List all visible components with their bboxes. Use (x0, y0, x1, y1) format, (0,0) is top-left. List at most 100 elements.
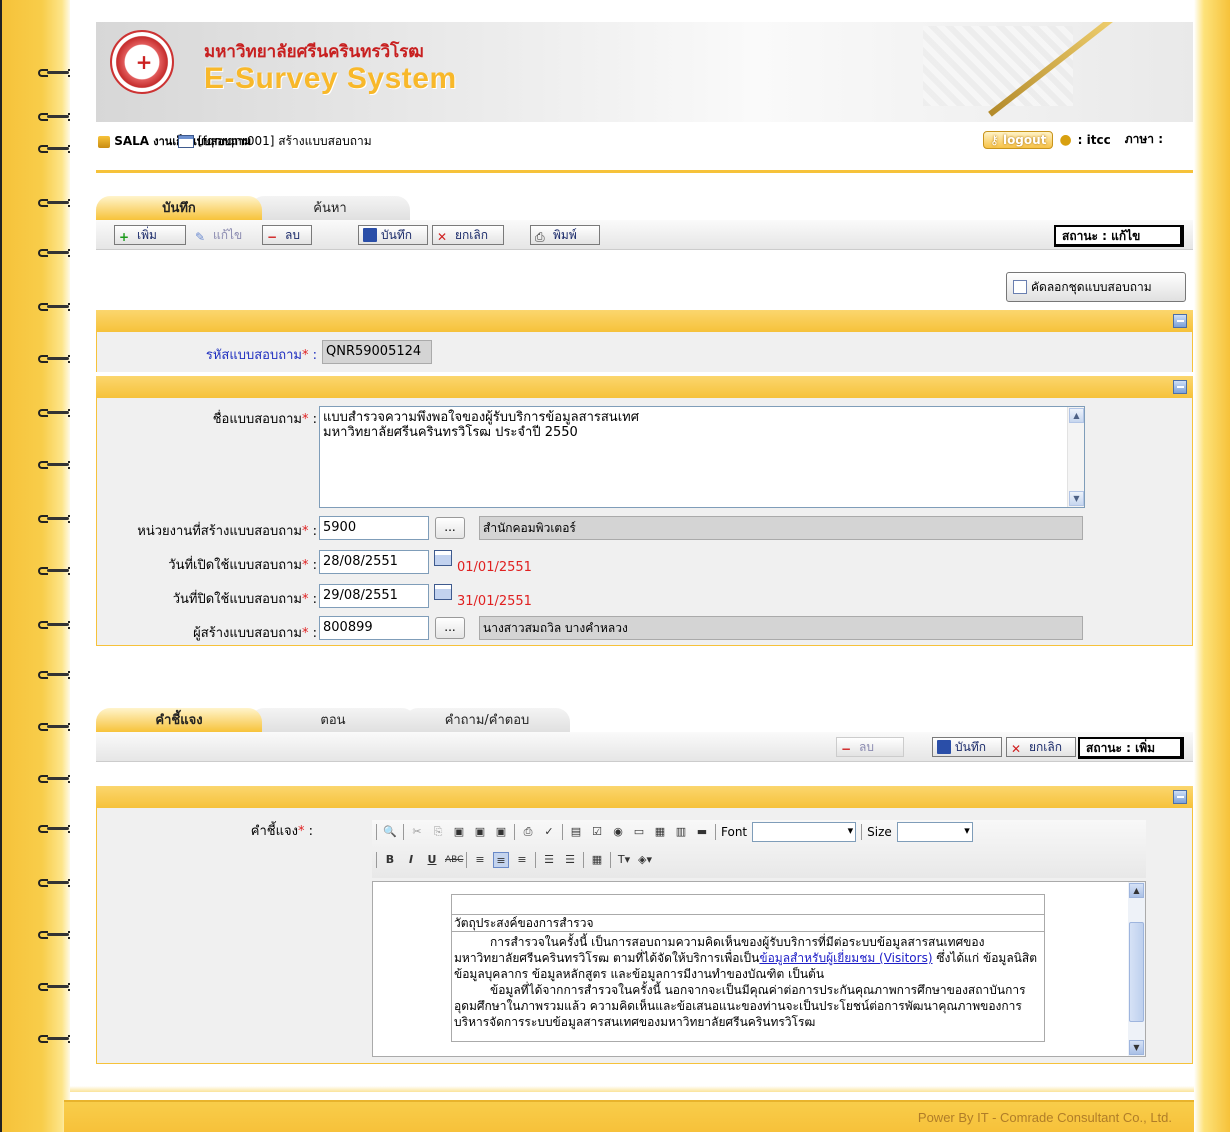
top-tabs: บันทึก ค้นหา (96, 196, 410, 220)
cancel-button[interactable]: ✕ ยกเลิก (432, 225, 504, 245)
creator-code-input[interactable]: 800899 (319, 616, 429, 640)
detail-save-button[interactable]: บันทึก (932, 737, 1002, 757)
table-icon[interactable]: ▦ (589, 852, 605, 868)
align-left-icon[interactable]: ≡ (472, 852, 488, 868)
scroll-thumb[interactable] (1129, 922, 1144, 1022)
copy-icon[interactable]: ⎘ (430, 824, 446, 840)
content-heading: วัตถุประสงค์ของการสำรวจ (452, 915, 1044, 932)
university-name: มหาวิทยาลัยศรีนครินทรวิโรฒ (204, 42, 424, 62)
delete-button[interactable]: − ลบ (262, 225, 312, 245)
unit-code-input[interactable]: 5900 (319, 516, 429, 540)
print-icon[interactable]: ⎙ (520, 824, 536, 840)
save-button[interactable]: บันทึก (358, 225, 428, 245)
content-table: วัตถุประสงค์ของการสำรวจ การสำรวจในครั้งน… (451, 894, 1045, 1042)
print-button[interactable]: ⎙ พิมพ์ (530, 225, 600, 245)
scrollbar[interactable]: ▲ ▼ (1067, 407, 1084, 507)
floppy-icon (937, 740, 951, 754)
add-button[interactable]: + เพิ่ม (114, 225, 186, 245)
font-select[interactable] (752, 822, 857, 842)
copy-survey-button[interactable]: คัดลอกชุดแบบสอบถาม (1006, 272, 1186, 302)
text-color-icon[interactable]: T▾ (616, 852, 632, 868)
form-icon[interactable]: ▤ (568, 824, 584, 840)
section-header-info (96, 376, 1193, 398)
size-label: Size (867, 825, 892, 839)
language-label: ภาษา : (1124, 132, 1163, 146)
underline-icon[interactable]: U (424, 852, 440, 868)
unit-lookup-button[interactable]: ... (435, 517, 465, 539)
paste-icon[interactable]: ▣ (451, 824, 467, 840)
tab-questions[interactable]: คำถาม/คำตอบ (404, 708, 570, 732)
editor-toolbar-row-2: B I U ABC ≡ ≡ ≡ ☰ ☰ ▦ T▾ ◈▾ (376, 848, 653, 872)
editor-toolbar-row-1: 🔍 ✂ ⎘ ▣ ▣ ▣ ⎙ ✓ ▤ ☑ ◉ ▭ ▦ ▥ ▬ Font Size (376, 820, 973, 844)
section-code: รหัสแบบสอบถาม* : QNR59005124 (96, 332, 1193, 372)
collapse-icon[interactable] (1173, 314, 1187, 328)
lock-icon (98, 135, 110, 148)
floppy-icon (363, 228, 377, 242)
scroll-down-icon[interactable]: ▼ (1129, 1040, 1144, 1055)
textfield-icon[interactable]: ▭ (631, 824, 647, 840)
cut-icon[interactable]: ✂ (409, 824, 425, 840)
status-badge: สถานะ : แก้ไข (1054, 225, 1184, 247)
bold-icon[interactable]: B (382, 852, 398, 868)
paste-text-icon[interactable]: ▣ (472, 824, 488, 840)
section-header-instructions (96, 786, 1193, 808)
bullet-list-icon[interactable]: ☰ (562, 852, 578, 868)
detail-status-badge: สถานะ : เพิ่ม (1078, 737, 1184, 759)
footer-credit: Power By IT - Comrade Consultant Co., Lt… (917, 1110, 1172, 1125)
record-toolbar: + เพิ่ม ✎ แก้ไข − ลบ บันทึก ✕ ยกเลิก ⎙ พ… (96, 220, 1193, 250)
tab-search[interactable]: ค้นหา (250, 196, 410, 220)
collapse-icon[interactable] (1173, 380, 1187, 394)
checkbox-icon[interactable]: ☑ (589, 824, 605, 840)
open-date-hint: 01/01/2551 (457, 560, 532, 575)
font-label: Font (721, 825, 748, 839)
calendar-icon[interactable] (434, 550, 452, 566)
name-label: ชื่อแบบสอบถาม* : (212, 412, 317, 427)
detail-delete-button[interactable]: − ลบ (836, 737, 904, 757)
scroll-up-icon[interactable]: ▲ (1069, 408, 1084, 423)
copy-icon (1013, 280, 1027, 294)
strikethrough-icon[interactable]: ABC (445, 852, 463, 868)
scroll-down-icon[interactable]: ▼ (1069, 491, 1084, 506)
textarea-icon[interactable]: ▦ (652, 824, 668, 840)
align-center-icon[interactable]: ≡ (493, 852, 509, 868)
background-color-icon[interactable]: ◈▾ (637, 852, 653, 868)
preview-icon[interactable]: 🔍 (382, 824, 398, 840)
collapse-icon[interactable] (1173, 790, 1187, 804)
button-icon[interactable]: ▬ (694, 824, 710, 840)
key-icon: ⚷ (989, 132, 999, 147)
editor-scrollbar[interactable]: ▲ ▼ (1128, 882, 1145, 1056)
edit-button[interactable]: ✎ แก้ไข (190, 225, 256, 245)
section-info: ชื่อแบบสอบถาม* : แบบสำรวจความพึงพอใจของผ… (96, 398, 1193, 646)
tab-instructions[interactable]: คำชี้แจง (96, 708, 262, 732)
ordered-list-icon[interactable]: ☰ (541, 852, 557, 868)
content-body: การสำรวจในครั้งนี้ เป็นการสอบถามความคิดเ… (454, 935, 1037, 1029)
divider (96, 170, 1193, 173)
select-icon[interactable]: ▥ (673, 824, 689, 840)
tab-save[interactable]: บันทึก (96, 196, 262, 220)
creator-lookup-button[interactable]: ... (435, 617, 465, 639)
tab-sections[interactable]: ตอน (250, 708, 416, 732)
scroll-up-icon[interactable]: ▲ (1129, 883, 1144, 898)
paste-word-icon[interactable]: ▣ (493, 824, 509, 840)
breadcrumb-screen: [fqnrqnr001] สร้างแบบสอบถาม (178, 132, 372, 151)
survey-name-textarea[interactable]: แบบสำรวจความพึงพอใจของผู้รับบริการข้อมูล… (319, 406, 1085, 508)
code-field: QNR59005124 (322, 340, 432, 364)
size-select[interactable] (896, 822, 973, 842)
close-date-label: วันที่ปิดใช้แบบสอบถาม* : (172, 592, 317, 607)
detail-cancel-button[interactable]: ✕ ยกเลิก (1006, 737, 1076, 757)
align-right-icon[interactable]: ≡ (514, 852, 530, 868)
spellcheck-icon[interactable]: ✓ (541, 824, 557, 840)
italic-icon[interactable]: I (403, 852, 419, 868)
uk-flag-icon[interactable] (1169, 133, 1187, 146)
visitors-link[interactable]: ข้อมูลสำหรับผู้เยี่ยมชม (Visitors) (759, 951, 932, 965)
open-date-input[interactable]: 28/08/2551 (319, 550, 429, 574)
calendar-icon[interactable] (434, 584, 452, 600)
header-banner: + มหาวิทยาลัยศรีนครินทรวิโรฒ E-Survey Sy… (96, 22, 1193, 122)
logout-button[interactable]: ⚷ logout (982, 130, 1054, 149)
close-date-input[interactable]: 29/08/2551 (319, 584, 429, 608)
radio-icon[interactable]: ◉ (610, 824, 626, 840)
rich-text-editor[interactable]: วัตถุประสงค์ของการสำรวจ การสำรวจในครั้งน… (372, 881, 1146, 1057)
creator-name-field: นางสาวสมถวิล บางคำหลวง (479, 616, 1083, 640)
username: : itcc (1077, 132, 1111, 147)
close-date-hint: 31/01/2551 (457, 594, 532, 609)
